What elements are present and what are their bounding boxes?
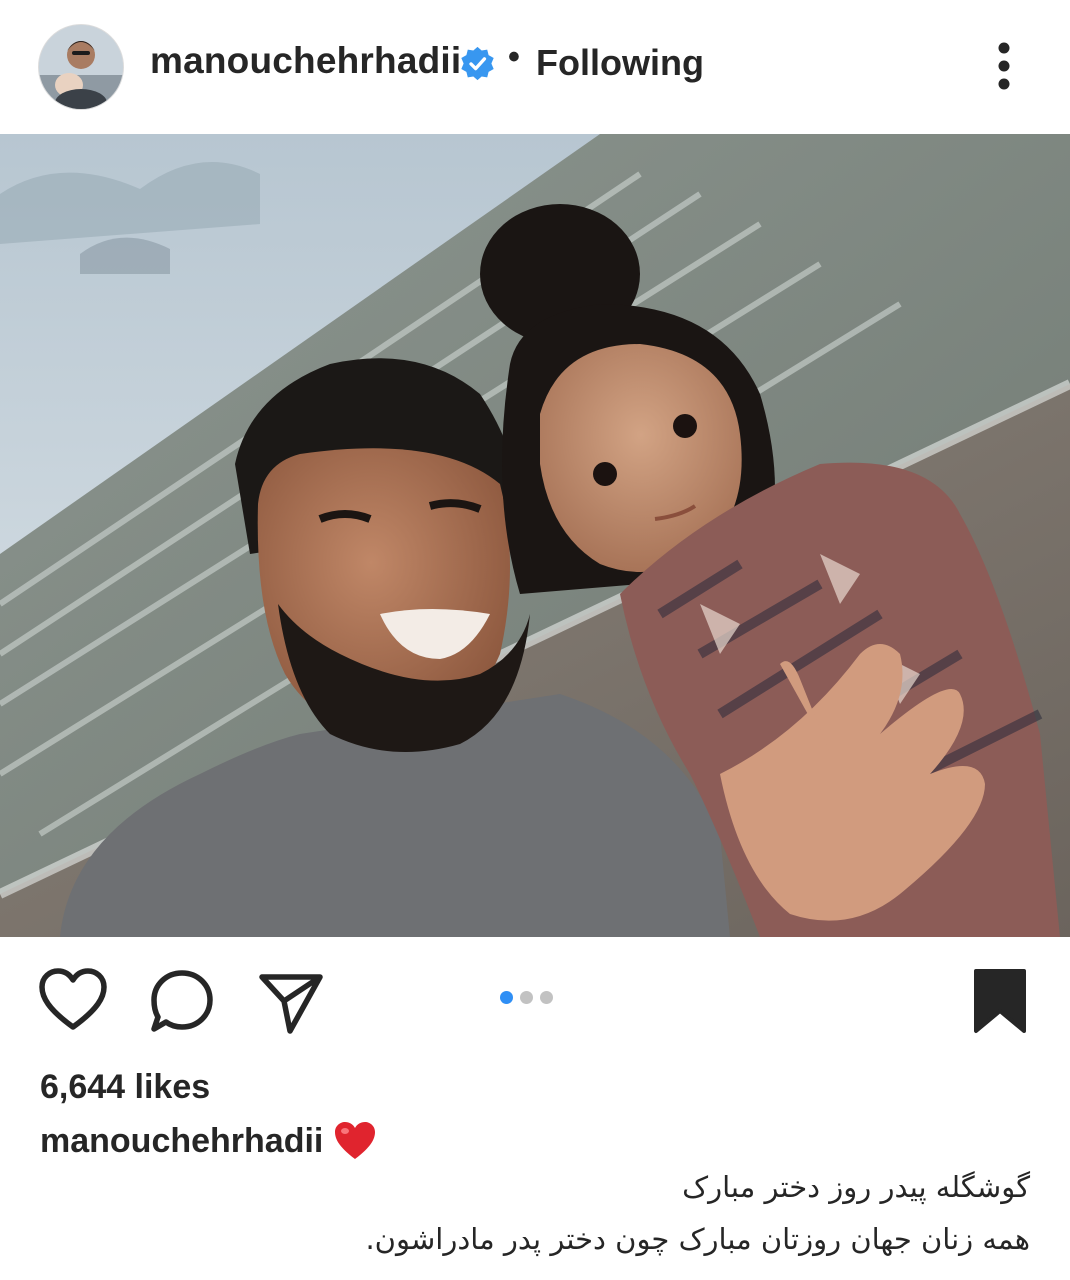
following-button[interactable]: Following: [536, 42, 704, 84]
carousel-dot: [540, 991, 553, 1004]
username[interactable]: manouchehrhadii: [150, 40, 461, 82]
verified-badge-icon: [461, 46, 494, 81]
comment-bubble-icon[interactable]: [148, 967, 218, 1037]
carousel-dot-active: [500, 991, 513, 1004]
post-header: manouchehrhadii • Following: [0, 0, 1070, 134]
caption-header: manouchehrhadii: [40, 1121, 377, 1161]
heart-outline-icon[interactable]: [38, 967, 108, 1037]
separator-dot: •: [508, 38, 520, 76]
profile-avatar-icon: [39, 25, 123, 109]
post-action-bar: [0, 937, 1070, 1057]
post-photo[interactable]: [0, 134, 1070, 937]
likes-count[interactable]: 6,644 likes: [40, 1068, 210, 1107]
caption-text-line: همه زنان جهان روزتان مبارک چون دختر پدر …: [365, 1222, 1030, 1256]
caption-username[interactable]: manouchehrhadii: [40, 1122, 323, 1161]
photo-icon: [0, 134, 1070, 937]
paper-plane-icon[interactable]: [256, 967, 326, 1037]
profile-avatar[interactable]: [38, 24, 124, 110]
caption-text-line: گوشگله پیدر روز دختر مبارک: [682, 1170, 1030, 1204]
red-heart-icon: [335, 1122, 376, 1159]
carousel-indicator: [500, 991, 553, 1004]
more-options-icon[interactable]: [982, 36, 1026, 96]
bookmark-filled-icon[interactable]: [968, 967, 1032, 1037]
carousel-dot: [520, 991, 533, 1004]
